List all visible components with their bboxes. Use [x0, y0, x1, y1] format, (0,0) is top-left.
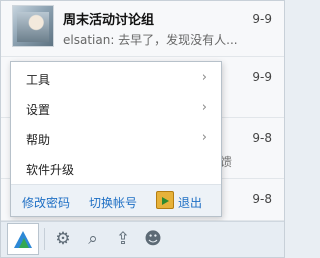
bottom-toolbar: ⚙ ⌕ ⇪ ☻ — [1, 221, 284, 257]
menu-item-label: 设置 — [26, 103, 51, 117]
menu-item-upgrade[interactable]: 软件升级 — [11, 153, 221, 183]
gear-icon[interactable]: ⚙ — [52, 228, 74, 250]
switch-account-link[interactable]: 切换帐号 — [89, 194, 137, 211]
app-window: 周末活动讨论组 elsatian: 去早了，发现没有人... 9-9 9-9 9… — [0, 0, 285, 258]
menu-footer: 修改密码 切换帐号 退出 — [11, 184, 221, 216]
app-logo-icon[interactable] — [7, 223, 39, 255]
conversation-item[interactable]: 周末活动讨论组 elsatian: 去早了，发现没有人... 9-9 — [1, 1, 284, 57]
main-menu: 工具 › 设置 › 帮助 › 软件升级 修改密码 切换帐号 退出 — [10, 61, 222, 217]
toolbar-divider — [44, 228, 45, 250]
chevron-right-icon: › — [201, 100, 207, 115]
logout-link[interactable]: 退出 — [178, 194, 202, 211]
logout-icon[interactable] — [156, 191, 174, 209]
conversation-date: 9-8 — [252, 131, 272, 145]
change-password-link[interactable]: 修改密码 — [22, 194, 70, 211]
chevron-right-icon: › — [201, 130, 207, 145]
menu-item-label: 软件升级 — [26, 163, 75, 177]
conversation-title: 周末活动讨论组 — [63, 13, 155, 28]
menu-item-tools[interactable]: 工具 › — [11, 63, 221, 93]
menu-item-label: 帮助 — [26, 133, 51, 147]
conversation-date: 9-8 — [252, 192, 272, 206]
conversation-preview: elsatian: 去早了，发现没有人... — [63, 33, 238, 47]
search-icon[interactable]: ⌕ — [82, 228, 104, 250]
group-avatar — [12, 5, 54, 47]
chevron-right-icon: › — [201, 70, 207, 85]
conversation-date: 9-9 — [252, 12, 272, 26]
upload-icon[interactable]: ⇪ — [112, 228, 134, 250]
user-settings-icon[interactable]: ☻ — [142, 228, 164, 250]
menu-item-help[interactable]: 帮助 › — [11, 123, 221, 153]
menu-item-label: 工具 — [26, 73, 51, 87]
conversation-date: 9-9 — [252, 70, 272, 84]
menu-item-settings[interactable]: 设置 › — [11, 93, 221, 123]
